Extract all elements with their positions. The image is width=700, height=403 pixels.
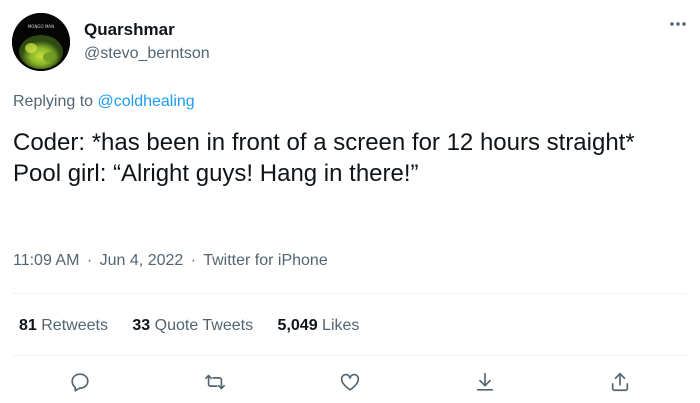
bookmark-button[interactable] (468, 365, 502, 399)
share-button[interactable] (603, 365, 637, 399)
retweet-button[interactable] (198, 365, 232, 399)
tweet-text-line: Pool girl: “Alright guys! Hang in there!… (13, 160, 419, 187)
quote-tweets-count: 33 (132, 317, 151, 334)
retweets-count: 81 (19, 317, 37, 334)
retweets-label: Retweets (41, 317, 108, 334)
reply-context: Replying to @coldhealing (13, 91, 195, 113)
author-handle[interactable]: @stevo_berntson (84, 43, 210, 65)
tweet-text: Coder: *has been in front of a screen fo… (13, 127, 673, 189)
bookmark-icon (476, 372, 493, 391)
tweet-time[interactable]: 11:09 AM (13, 252, 79, 269)
likes-label: Likes (322, 317, 360, 334)
reply-icon (71, 373, 90, 392)
like-icon (340, 373, 360, 391)
likes-stat[interactable]: 5,049 Likes (278, 315, 360, 337)
retweet-icon (205, 374, 226, 390)
like-button[interactable] (333, 365, 367, 399)
likes-count: 5,049 (277, 317, 318, 334)
avatar-image: MONGO MAN (12, 13, 70, 71)
divider (13, 355, 687, 356)
author-display-name[interactable]: Quarshmar (84, 19, 175, 41)
quote-tweets-stat[interactable]: 33 Quote Tweets (132, 315, 253, 337)
meta-separator: · (190, 252, 197, 269)
more-horizontal-icon (670, 22, 686, 26)
reply-button[interactable] (63, 365, 97, 399)
meta-separator: · (86, 252, 93, 269)
avatar-caption: MONGO MAN (28, 24, 54, 29)
tweet-card: MONGO MAN Quarshmar @stevo_berntson Repl… (0, 0, 700, 403)
retweets-stat[interactable]: 81 Retweets (19, 315, 108, 337)
tweet-text-line: Coder: *has been in front of a screen fo… (13, 129, 635, 156)
tweet-stats: 81 Retweets 33 Quote Tweets 5,049 Likes (19, 315, 379, 337)
avatar[interactable]: MONGO MAN (12, 13, 70, 71)
tweet-actions (13, 365, 687, 399)
share-icon (611, 372, 628, 392)
tweet-meta: 11:09 AM · Jun 4, 2022 · Twitter for iPh… (13, 250, 328, 272)
reply-mention-link[interactable]: @coldhealing (98, 93, 195, 110)
tweet-source[interactable]: Twitter for iPhone (203, 252, 328, 269)
more-options-button[interactable] (664, 14, 692, 34)
divider (13, 293, 687, 294)
tweet-date[interactable]: Jun 4, 2022 (100, 252, 184, 269)
quote-tweets-label: Quote Tweets (154, 317, 254, 334)
reply-prefix: Replying to (13, 93, 94, 110)
